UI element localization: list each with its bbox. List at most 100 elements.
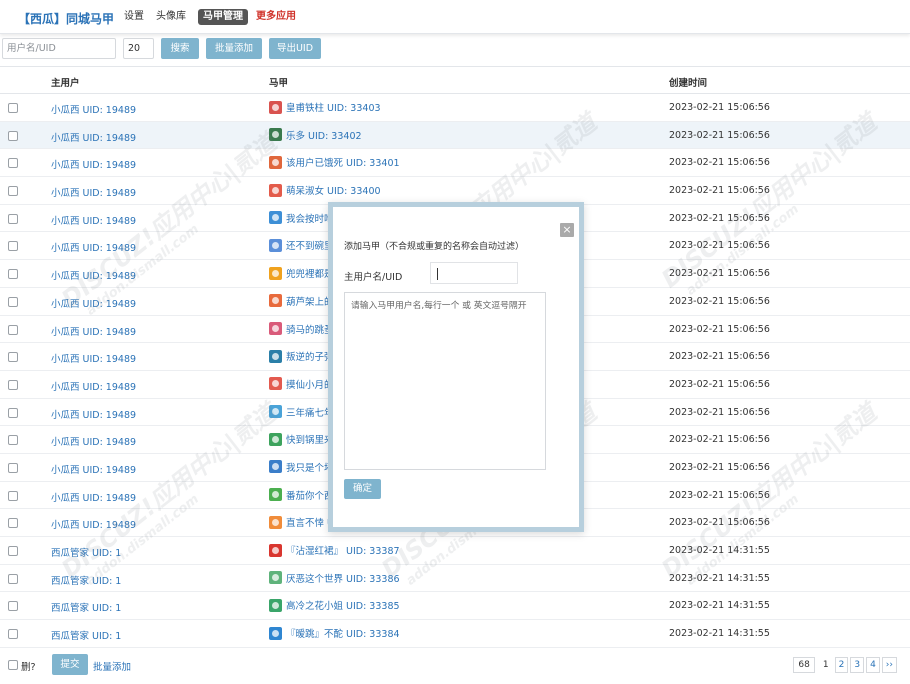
alt-user-link[interactable]: 皇甫铁柱 UID: 33403 (286, 100, 381, 114)
row-checkbox[interactable] (8, 186, 18, 197)
main-user-link[interactable]: 小瓜西 UID: 19489 (51, 517, 136, 531)
alt-user-link[interactable]: 萌呆淑女 UID: 33400 (286, 183, 381, 197)
search-input[interactable] (2, 38, 116, 59)
alt-cell: 三年痛七年 (269, 405, 334, 419)
avatar-icon (269, 571, 282, 585)
row-checkbox[interactable] (8, 324, 18, 335)
alt-user-link[interactable]: 兜兜裡都是 (286, 266, 334, 280)
alt-user-link[interactable]: 骑马的跳蚤 (286, 322, 334, 336)
submit-button[interactable]: 提交 (52, 654, 88, 675)
row-checkbox[interactable] (8, 130, 18, 141)
alt-cell: 我会按时吃 (269, 211, 334, 225)
main-user-link[interactable]: 小瓜西 UID: 19489 (51, 407, 136, 421)
main-user-link[interactable]: 小瓜西 UID: 19489 (51, 102, 136, 116)
alt-cell: 厌恶这个世界 UID: 33386 (269, 571, 400, 585)
alt-user-link[interactable]: 『沾湿红裙』 UID: 33387 (286, 543, 400, 557)
pagination-page-2[interactable]: 2 (834, 657, 849, 673)
confirm-button[interactable]: 确定 (344, 479, 381, 499)
nav-more-apps[interactable]: 更多应用 (256, 9, 296, 25)
avatar-icon (269, 211, 282, 225)
row-checkbox[interactable] (8, 462, 18, 473)
alt-user-link[interactable]: 厌恶这个世界 UID: 33386 (286, 571, 400, 585)
count-input[interactable] (123, 38, 154, 59)
table-row: 小瓜西 UID: 19489 乐多 UID: 33402 2023-02-21 15… (0, 121, 910, 150)
created-time: 2023-02-21 15:06:56 (669, 268, 770, 280)
row-checkbox[interactable] (8, 546, 18, 556)
batch-add-button[interactable]: 批量添加 (206, 38, 262, 59)
main-user-link[interactable]: 西瓜管家 UID: 1 (51, 628, 121, 642)
alt-names-textarea[interactable] (344, 292, 546, 470)
table-row: 小瓜西 UID: 19489 萌呆淑女 UID: 33400 2023-02-21 … (0, 177, 910, 205)
alt-user-link[interactable]: 快到锅里来 (286, 432, 334, 446)
created-time: 2023-02-21 14:31:55 (669, 600, 770, 612)
alt-user-link[interactable]: 葫芦架上的 (286, 294, 334, 308)
row-checkbox[interactable] (8, 518, 18, 529)
main-user-input[interactable] (430, 262, 518, 284)
alt-cell: 葫芦架上的 (269, 294, 334, 308)
main-user-link[interactable]: 西瓜管家 UID: 1 (51, 573, 121, 587)
alt-cell: 『沾湿红裙』 UID: 33387 (269, 543, 400, 557)
row-checkbox[interactable] (8, 296, 18, 307)
row-checkbox[interactable] (8, 103, 18, 113)
created-time: 2023-02-21 15:06:56 (669, 323, 770, 335)
alt-user-link[interactable]: 我会按时吃 (286, 211, 334, 225)
main-user-link[interactable]: 小瓜西 UID: 19489 (51, 268, 136, 282)
main-user-link[interactable]: 西瓜管家 UID: 1 (51, 600, 121, 614)
pagination-next[interactable]: ›› (881, 657, 897, 673)
alt-user-link[interactable]: 直言不悻 U (286, 515, 334, 529)
alt-cell: 番茄你个西 (269, 488, 334, 502)
main-user-link[interactable]: 小瓜西 UID: 19489 (51, 240, 136, 254)
main-user-link[interactable]: 小瓜西 UID: 19489 (51, 296, 136, 310)
row-checkbox[interactable] (8, 158, 18, 169)
alt-user-link[interactable]: 叛逆的子弹 (286, 349, 334, 363)
alt-user-link[interactable]: 高冷之花小姐 UID: 33385 (286, 598, 400, 612)
main-user-link[interactable]: 小瓜西 UID: 19489 (51, 185, 136, 199)
alt-user-link[interactable]: 『暧跳』不酡 UID: 33384 (286, 626, 400, 640)
nav-avatar-library[interactable]: 头像库 (156, 9, 186, 25)
column-main-user: 主用户 (51, 78, 80, 89)
main-user-link[interactable]: 小瓜西 UID: 19489 (51, 351, 136, 365)
alt-user-link[interactable]: 三年痛七年 (286, 405, 334, 419)
search-button[interactable]: 搜索 (161, 38, 199, 59)
main-user-link[interactable]: 小瓜西 UID: 19489 (51, 157, 136, 171)
top-nav: 设置 头像库 马甲管理 更多应用 (124, 9, 308, 25)
delete-checkbox[interactable] (8, 660, 18, 670)
main-user-link[interactable]: 小瓜西 UID: 19489 (51, 213, 136, 227)
created-time: 2023-02-21 15:06:56 (669, 351, 770, 363)
close-icon[interactable]: × (560, 223, 574, 237)
row-checkbox[interactable] (8, 573, 18, 584)
alt-user-link[interactable]: 该用户已饿死 UID: 33401 (286, 155, 400, 169)
row-checkbox[interactable] (8, 629, 18, 640)
row-checkbox[interactable] (8, 435, 18, 446)
alt-user-link[interactable]: 番茄你个西 (286, 488, 334, 502)
row-checkbox[interactable] (8, 241, 18, 252)
footer-batch-add-link[interactable]: 批量添加 (93, 659, 131, 673)
main-user-link[interactable]: 西瓜管家 UID: 1 (51, 545, 121, 559)
main-user-link[interactable]: 小瓜西 UID: 19489 (51, 462, 136, 476)
nav-settings[interactable]: 设置 (124, 9, 144, 25)
main-user-link[interactable]: 小瓜西 UID: 19489 (51, 379, 136, 393)
alt-user-link[interactable]: 还不到碗里 (286, 238, 334, 252)
row-checkbox[interactable] (8, 352, 18, 363)
alt-user-link[interactable]: 我只是个坏 (286, 460, 334, 474)
created-time: 2023-02-21 15:06:56 (669, 157, 770, 169)
avatar-icon (269, 377, 282, 391)
alt-user-link[interactable]: 乐多 UID: 33402 (286, 128, 362, 142)
nav-alt-management[interactable]: 马甲管理 (198, 9, 248, 25)
pagination-page-4[interactable]: 4 (866, 657, 880, 673)
main-user-link[interactable]: 小瓜西 UID: 19489 (51, 434, 136, 448)
pagination-page-3[interactable]: 3 (850, 657, 865, 673)
row-checkbox[interactable] (8, 269, 18, 280)
avatar-icon (269, 543, 282, 557)
main-user-link[interactable]: 小瓜西 UID: 19489 (51, 130, 136, 144)
export-uid-button[interactable]: 导出UID (269, 38, 321, 59)
alt-user-link[interactable]: 摸仙小月的 (286, 377, 334, 391)
main-user-link[interactable]: 小瓜西 UID: 19489 (51, 490, 136, 504)
row-checkbox[interactable] (8, 379, 18, 390)
row-checkbox[interactable] (8, 407, 18, 418)
row-checkbox[interactable] (8, 213, 18, 224)
avatar-icon (269, 488, 282, 502)
row-checkbox[interactable] (8, 601, 18, 612)
row-checkbox[interactable] (8, 490, 18, 501)
main-user-link[interactable]: 小瓜西 UID: 19489 (51, 324, 136, 338)
